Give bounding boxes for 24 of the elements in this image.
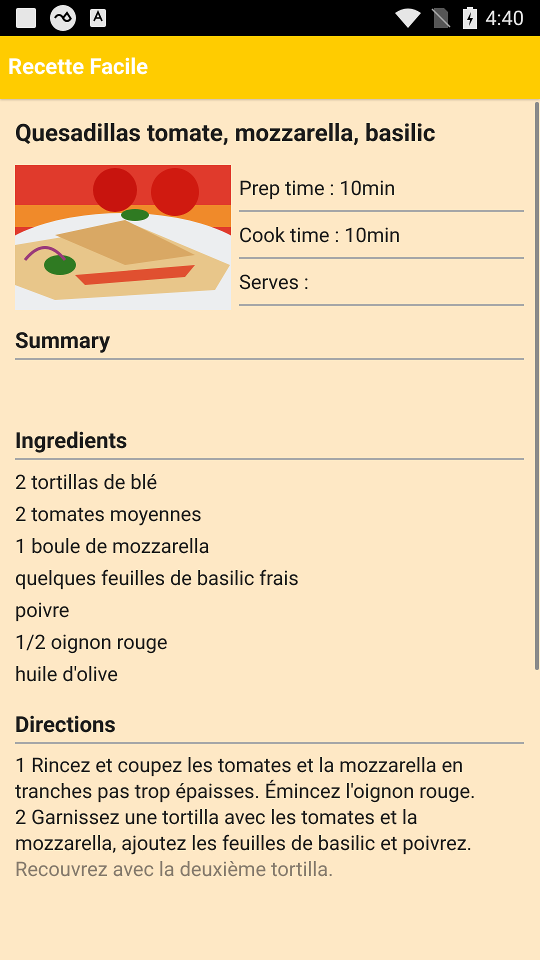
ingredient-text: 2 tortillas de blé bbox=[15, 469, 158, 496]
battery-icon bbox=[463, 7, 478, 29]
info-text: Cook time : 10min bbox=[239, 222, 400, 248]
ingredient-text: quelques feuilles de basilic frais bbox=[15, 565, 300, 592]
app-title: Recette Facile bbox=[8, 54, 148, 82]
direction-text: 2 Garnissez une tortilla avec les tomates et la mozzarella, ajoutez les feuilles de basilic et poivrez. bbox=[15, 804, 473, 856]
square-icon bbox=[16, 8, 36, 28]
wifi-icon bbox=[395, 8, 422, 28]
clock-time: 4:40 bbox=[485, 5, 524, 32]
ingredient-text: poivre bbox=[15, 597, 70, 624]
ingredient-text: 1/2 oignon rouge bbox=[15, 629, 168, 656]
recipe-title: Quesadillas tomate, mozzarella, basilic bbox=[15, 118, 436, 149]
ingredient-text: 1 boule de mozzarella bbox=[15, 533, 210, 560]
section-heading: Directions bbox=[15, 713, 116, 738]
section-heading: Ingredients bbox=[15, 429, 128, 454]
direction-text: Recouvrez avec la deuxième tortilla. bbox=[15, 856, 334, 882]
info-text: Prep time : 10min bbox=[239, 174, 396, 202]
text-icon bbox=[90, 9, 106, 27]
info-text: Serves : bbox=[239, 268, 309, 296]
section-heading: Summary bbox=[15, 329, 110, 354]
no-sim-icon bbox=[431, 8, 452, 28]
ingredient-text: huile d'olive bbox=[15, 661, 119, 688]
ingredient-text: 2 tomates moyennes bbox=[15, 501, 203, 528]
direction-text: 1 Rincez et coupez les tomates et la mozzarella en tranches pas trop épaisses. Émincez l'oignon rouge. bbox=[15, 752, 476, 804]
